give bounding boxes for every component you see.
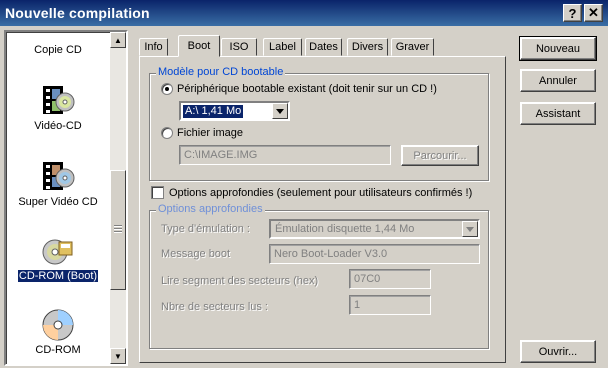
chevron-down-icon[interactable] — [272, 103, 288, 119]
advanced-options-legend: Options approfondies — [156, 203, 265, 215]
open-button[interactable]: Ouvrir... — [520, 340, 596, 363]
help-button[interactable]: ? — [563, 4, 582, 22]
tab-dates[interactable]: Dates — [305, 38, 342, 56]
browse-button[interactable]: Parcourir... — [401, 145, 479, 166]
load-segment-label: Lire segment des secteurs (hex) — [161, 275, 319, 287]
radio-image-file[interactable]: Fichier image — [161, 127, 243, 139]
list-item-label: Copie CD — [34, 44, 82, 56]
cancel-button[interactable]: Annuler — [520, 69, 596, 92]
tab-label[interactable]: Label — [263, 38, 302, 56]
radio-image-file-label: Fichier image — [177, 127, 244, 139]
list-item-label: CD-ROM — [35, 344, 81, 356]
scroll-thumb[interactable] — [110, 170, 126, 290]
emulation-value: Émulation disquette 1,44 Mo — [275, 223, 415, 235]
cdrom-boot-icon — [42, 239, 73, 265]
list-item-label: Vidéo-CD — [34, 120, 82, 132]
tab-divers[interactable]: Divers — [347, 38, 388, 56]
super-video-cd-icon — [43, 162, 75, 190]
emulation-label: Type d'émulation : — [161, 223, 250, 235]
scroll-up-button[interactable]: ▲ — [110, 32, 126, 48]
tab-iso[interactable]: ISO — [221, 38, 257, 56]
boot-model-legend: Modèle pour CD bootable — [156, 66, 286, 78]
advanced-options-group: Options approfondies Type d'émulation : … — [149, 203, 489, 349]
tab-graver[interactable]: Graver — [391, 38, 434, 56]
wizard-button[interactable]: Assistant — [520, 102, 596, 125]
checkbox-box — [151, 186, 164, 199]
list-item-super-video-cd[interactable]: Super Vidéo CD — [6, 158, 110, 208]
sector-count-field[interactable]: 1 — [349, 295, 431, 315]
radio-empty-dot — [161, 127, 173, 139]
list-item-copie-cd[interactable]: Copie CD — [6, 44, 110, 56]
sector-count-label: Nbre de secteurs lus : — [161, 301, 268, 313]
boot-message-label: Message boot — [161, 248, 231, 260]
boot-device-select[interactable]: A:\ 1,41 Mo — [179, 101, 290, 121]
video-cd-icon — [43, 86, 75, 114]
list-scrollbar[interactable]: ▲ ▼ — [110, 32, 126, 364]
radio-selected-dot — [161, 83, 173, 95]
scroll-down-button[interactable]: ▼ — [110, 348, 126, 364]
tab-boot[interactable]: Boot — [178, 35, 220, 57]
advanced-options-checkbox-label: Options approfondies (seulement pour uti… — [169, 186, 473, 199]
cdrom-icon — [42, 309, 74, 341]
window-title: Nouvelle compilation — [5, 5, 150, 21]
image-path-field[interactable]: C:\IMAGE.IMG — [179, 145, 391, 165]
list-item-label: CD-ROM (Boot) — [16, 269, 100, 283]
boot-message-field[interactable]: Nero Boot-Loader V3.0 — [269, 244, 480, 264]
close-button[interactable]: ✕ — [584, 4, 603, 22]
list-item-cdrom-boot[interactable]: CD-ROM (Boot) — [6, 234, 110, 283]
radio-existing-device-label: Périphérique bootable existant (doit ten… — [177, 83, 437, 95]
compilation-type-list[interactable]: Copie CD Vidéo-CD Super Vidéo CD CD-ROM … — [4, 30, 128, 366]
emulation-select[interactable]: Émulation disquette 1,44 Mo — [269, 219, 480, 239]
list-item-cdrom[interactable]: CD-ROM — [6, 308, 110, 356]
list-item-label: Super Vidéo CD — [18, 196, 98, 208]
radio-existing-device[interactable]: Périphérique bootable existant (doit ten… — [161, 83, 437, 95]
title-bar: Nouvelle compilation ? ✕ — [0, 0, 608, 26]
boot-tab-panel: Modèle pour CD bootable Périphérique boo… — [139, 56, 506, 363]
tab-info[interactable]: Info — [139, 38, 168, 56]
list-item-video-cd[interactable]: Vidéo-CD — [6, 82, 110, 132]
new-button[interactable]: Nouveau — [519, 36, 597, 61]
load-segment-field[interactable]: 07C0 — [349, 269, 431, 289]
boot-model-group: Modèle pour CD bootable Périphérique boo… — [149, 66, 489, 181]
advanced-options-checkbox[interactable]: Options approfondies (seulement pour uti… — [151, 186, 472, 199]
chevron-down-icon[interactable] — [462, 221, 478, 237]
boot-device-value: A:\ 1,41 Mo — [183, 105, 244, 118]
